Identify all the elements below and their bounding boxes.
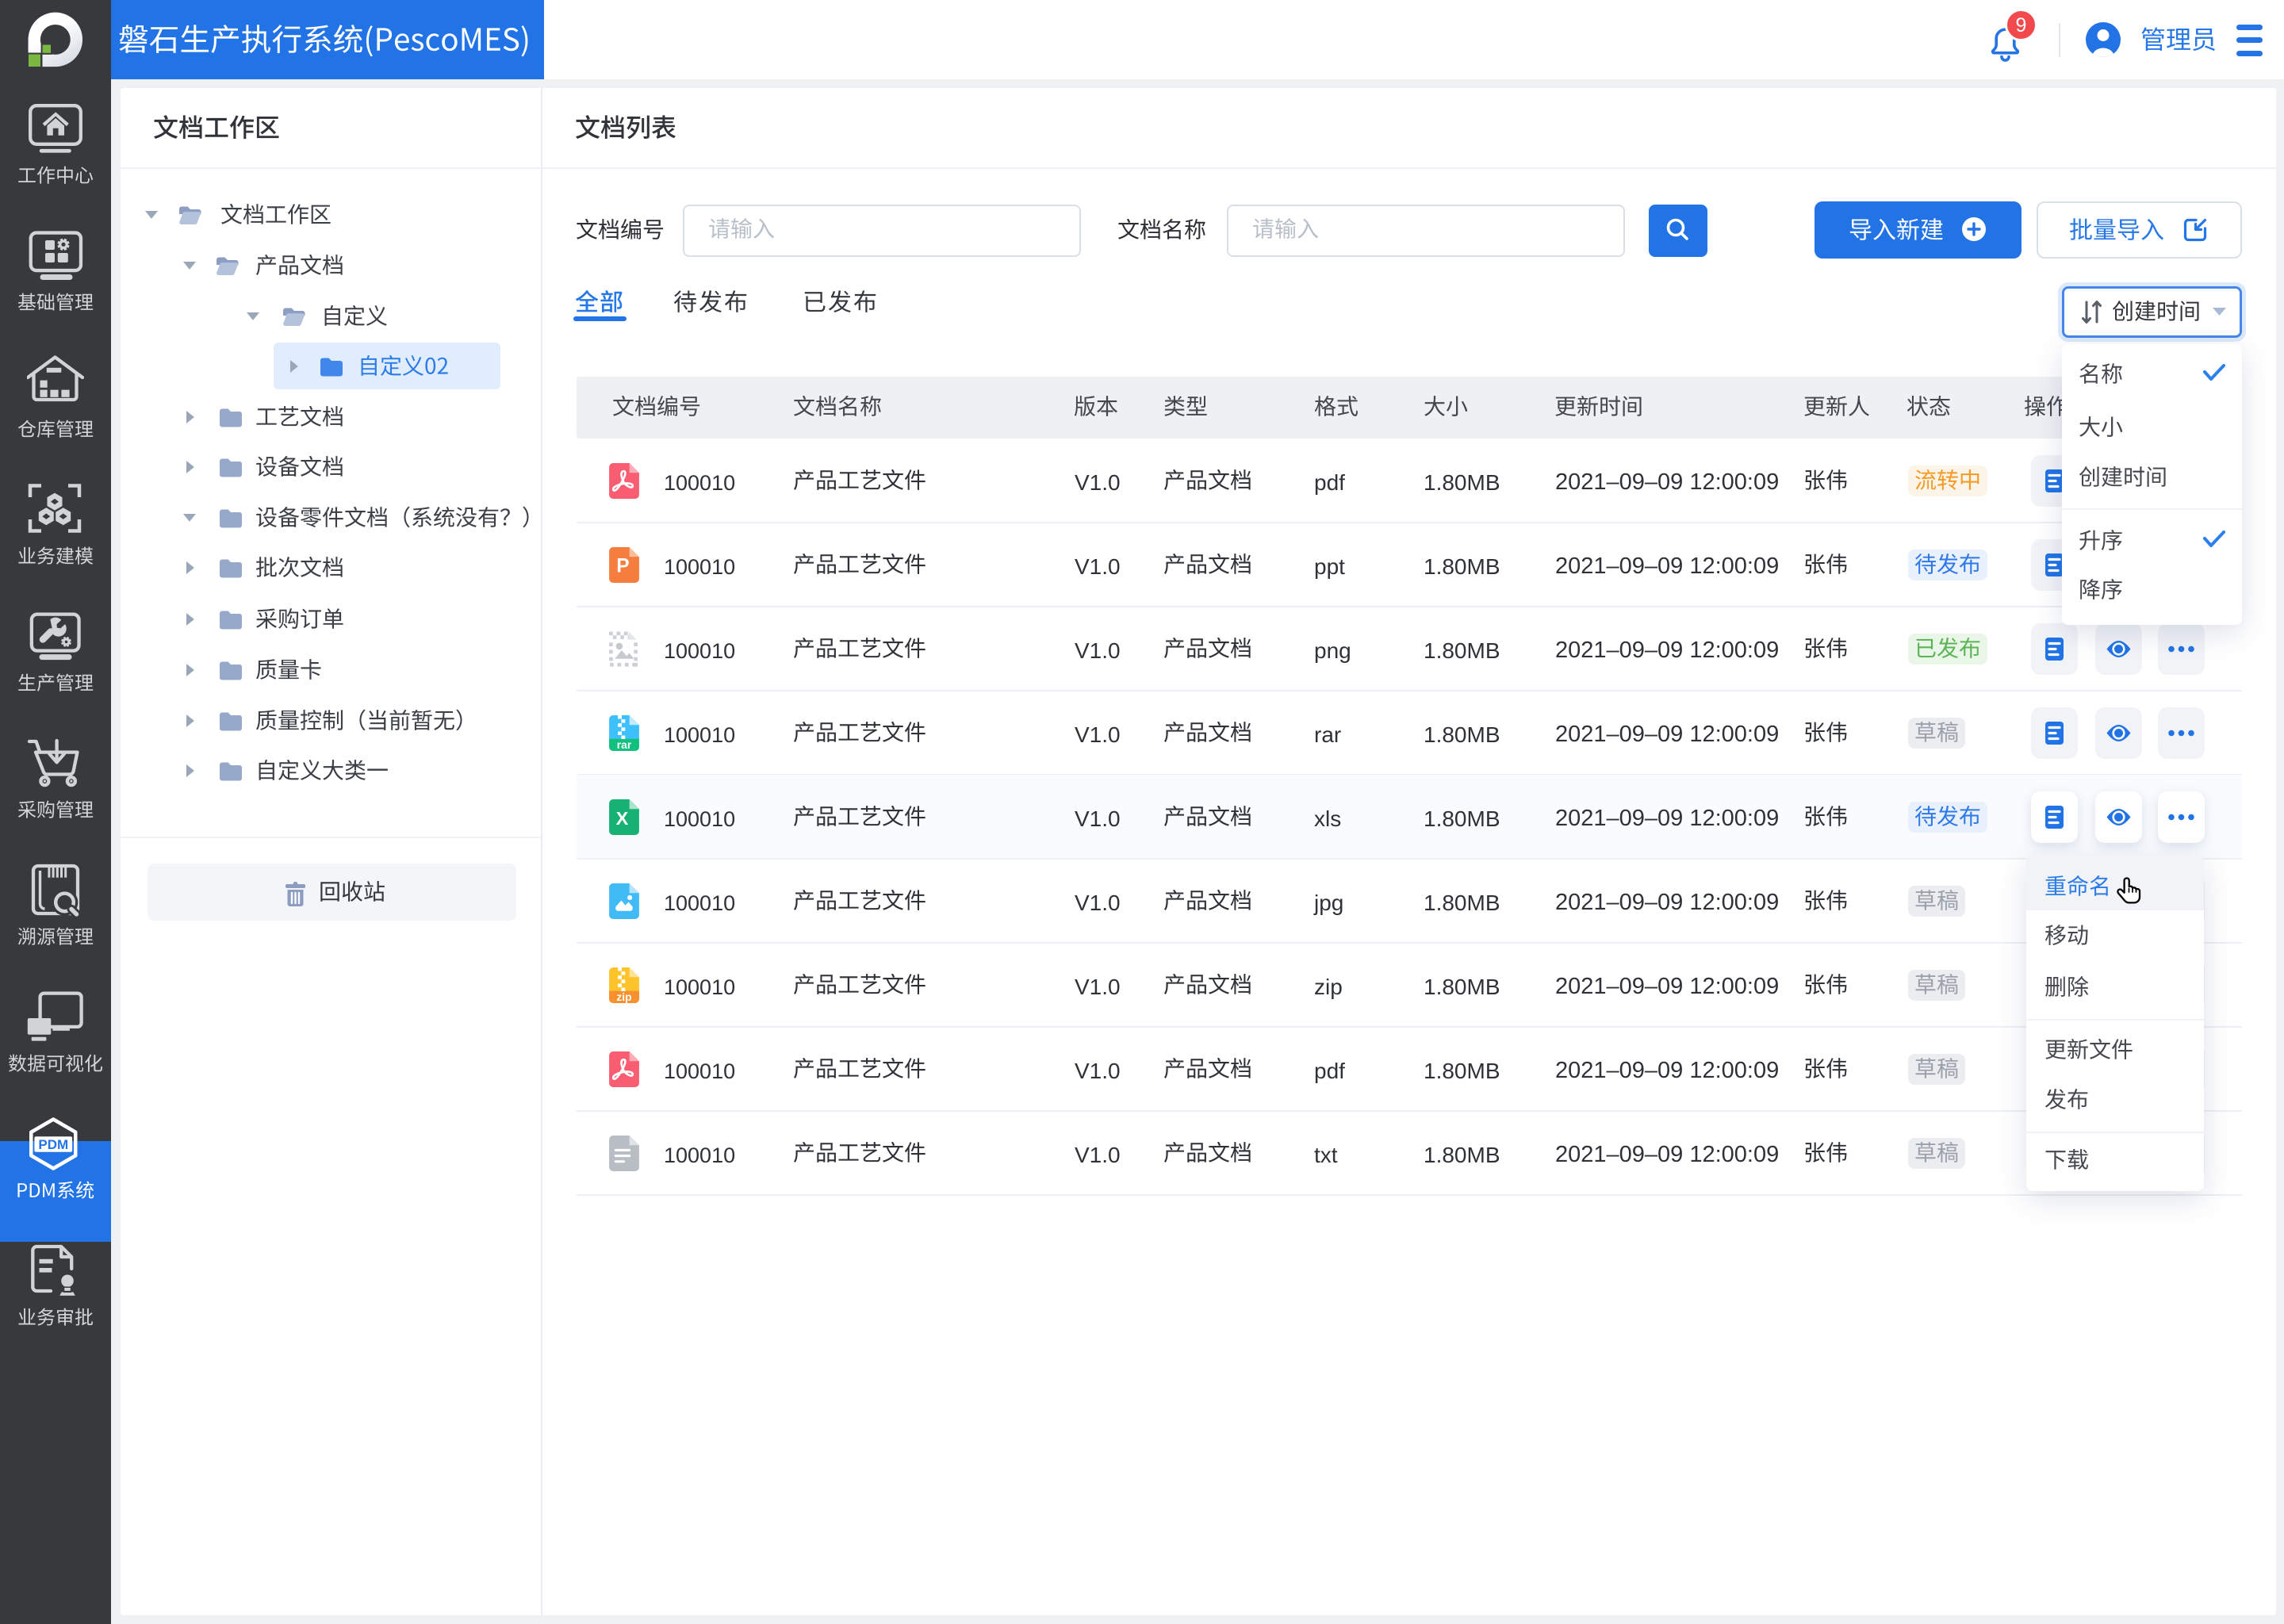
svg-text:P: P <box>616 555 629 576</box>
svg-text:X: X <box>616 808 629 829</box>
svg-text:zip: zip <box>616 990 631 1002</box>
svg-text:PDM: PDM <box>38 1137 68 1152</box>
svg-text:9: 9 <box>2016 14 2027 36</box>
svg-text:rar: rar <box>617 738 632 750</box>
